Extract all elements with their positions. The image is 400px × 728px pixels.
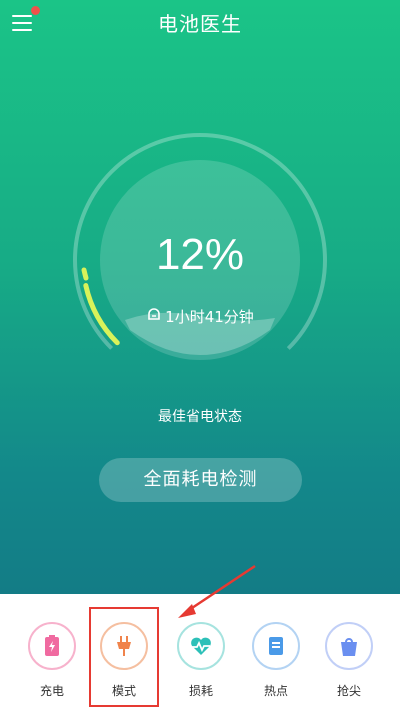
nav-label-charge: 充电: [39, 684, 64, 698]
document-icon: [269, 637, 283, 655]
annotation-arrow: [178, 564, 256, 618]
mode-highlight-box: [89, 607, 159, 707]
page-title: 电池医生: [158, 12, 242, 36]
nav-item-loss[interactable]: 损耗: [171, 622, 231, 702]
shopping-bag-icon: [341, 638, 357, 656]
battery-percent: 12%: [155, 230, 245, 279]
nav-item-grab[interactable]: 抢尖: [319, 622, 379, 702]
full-detect-button[interactable]: 全面耗电检测: [99, 458, 302, 502]
remaining-time: 1小时41分钟: [0, 306, 400, 327]
nav-item-charge[interactable]: 充电: [22, 622, 82, 702]
charging-battery-icon: [45, 635, 59, 656]
nav-item-hot[interactable]: 热点: [246, 622, 306, 702]
battery-hero: 电池医生 12% 1小时41分钟 最佳省电状态 全面耗电检测: [0, 0, 400, 594]
nav-label-loss: 损耗: [188, 684, 213, 698]
power-status: 最佳省电状态: [158, 409, 242, 425]
nav-label-grab: 抢尖: [336, 684, 361, 698]
plug-outline-icon: [146, 306, 162, 326]
remaining-time-text: 1小时41分钟: [165, 308, 254, 326]
heart-pulse-icon: [191, 637, 211, 655]
nav-label-hot: 热点: [263, 684, 288, 698]
